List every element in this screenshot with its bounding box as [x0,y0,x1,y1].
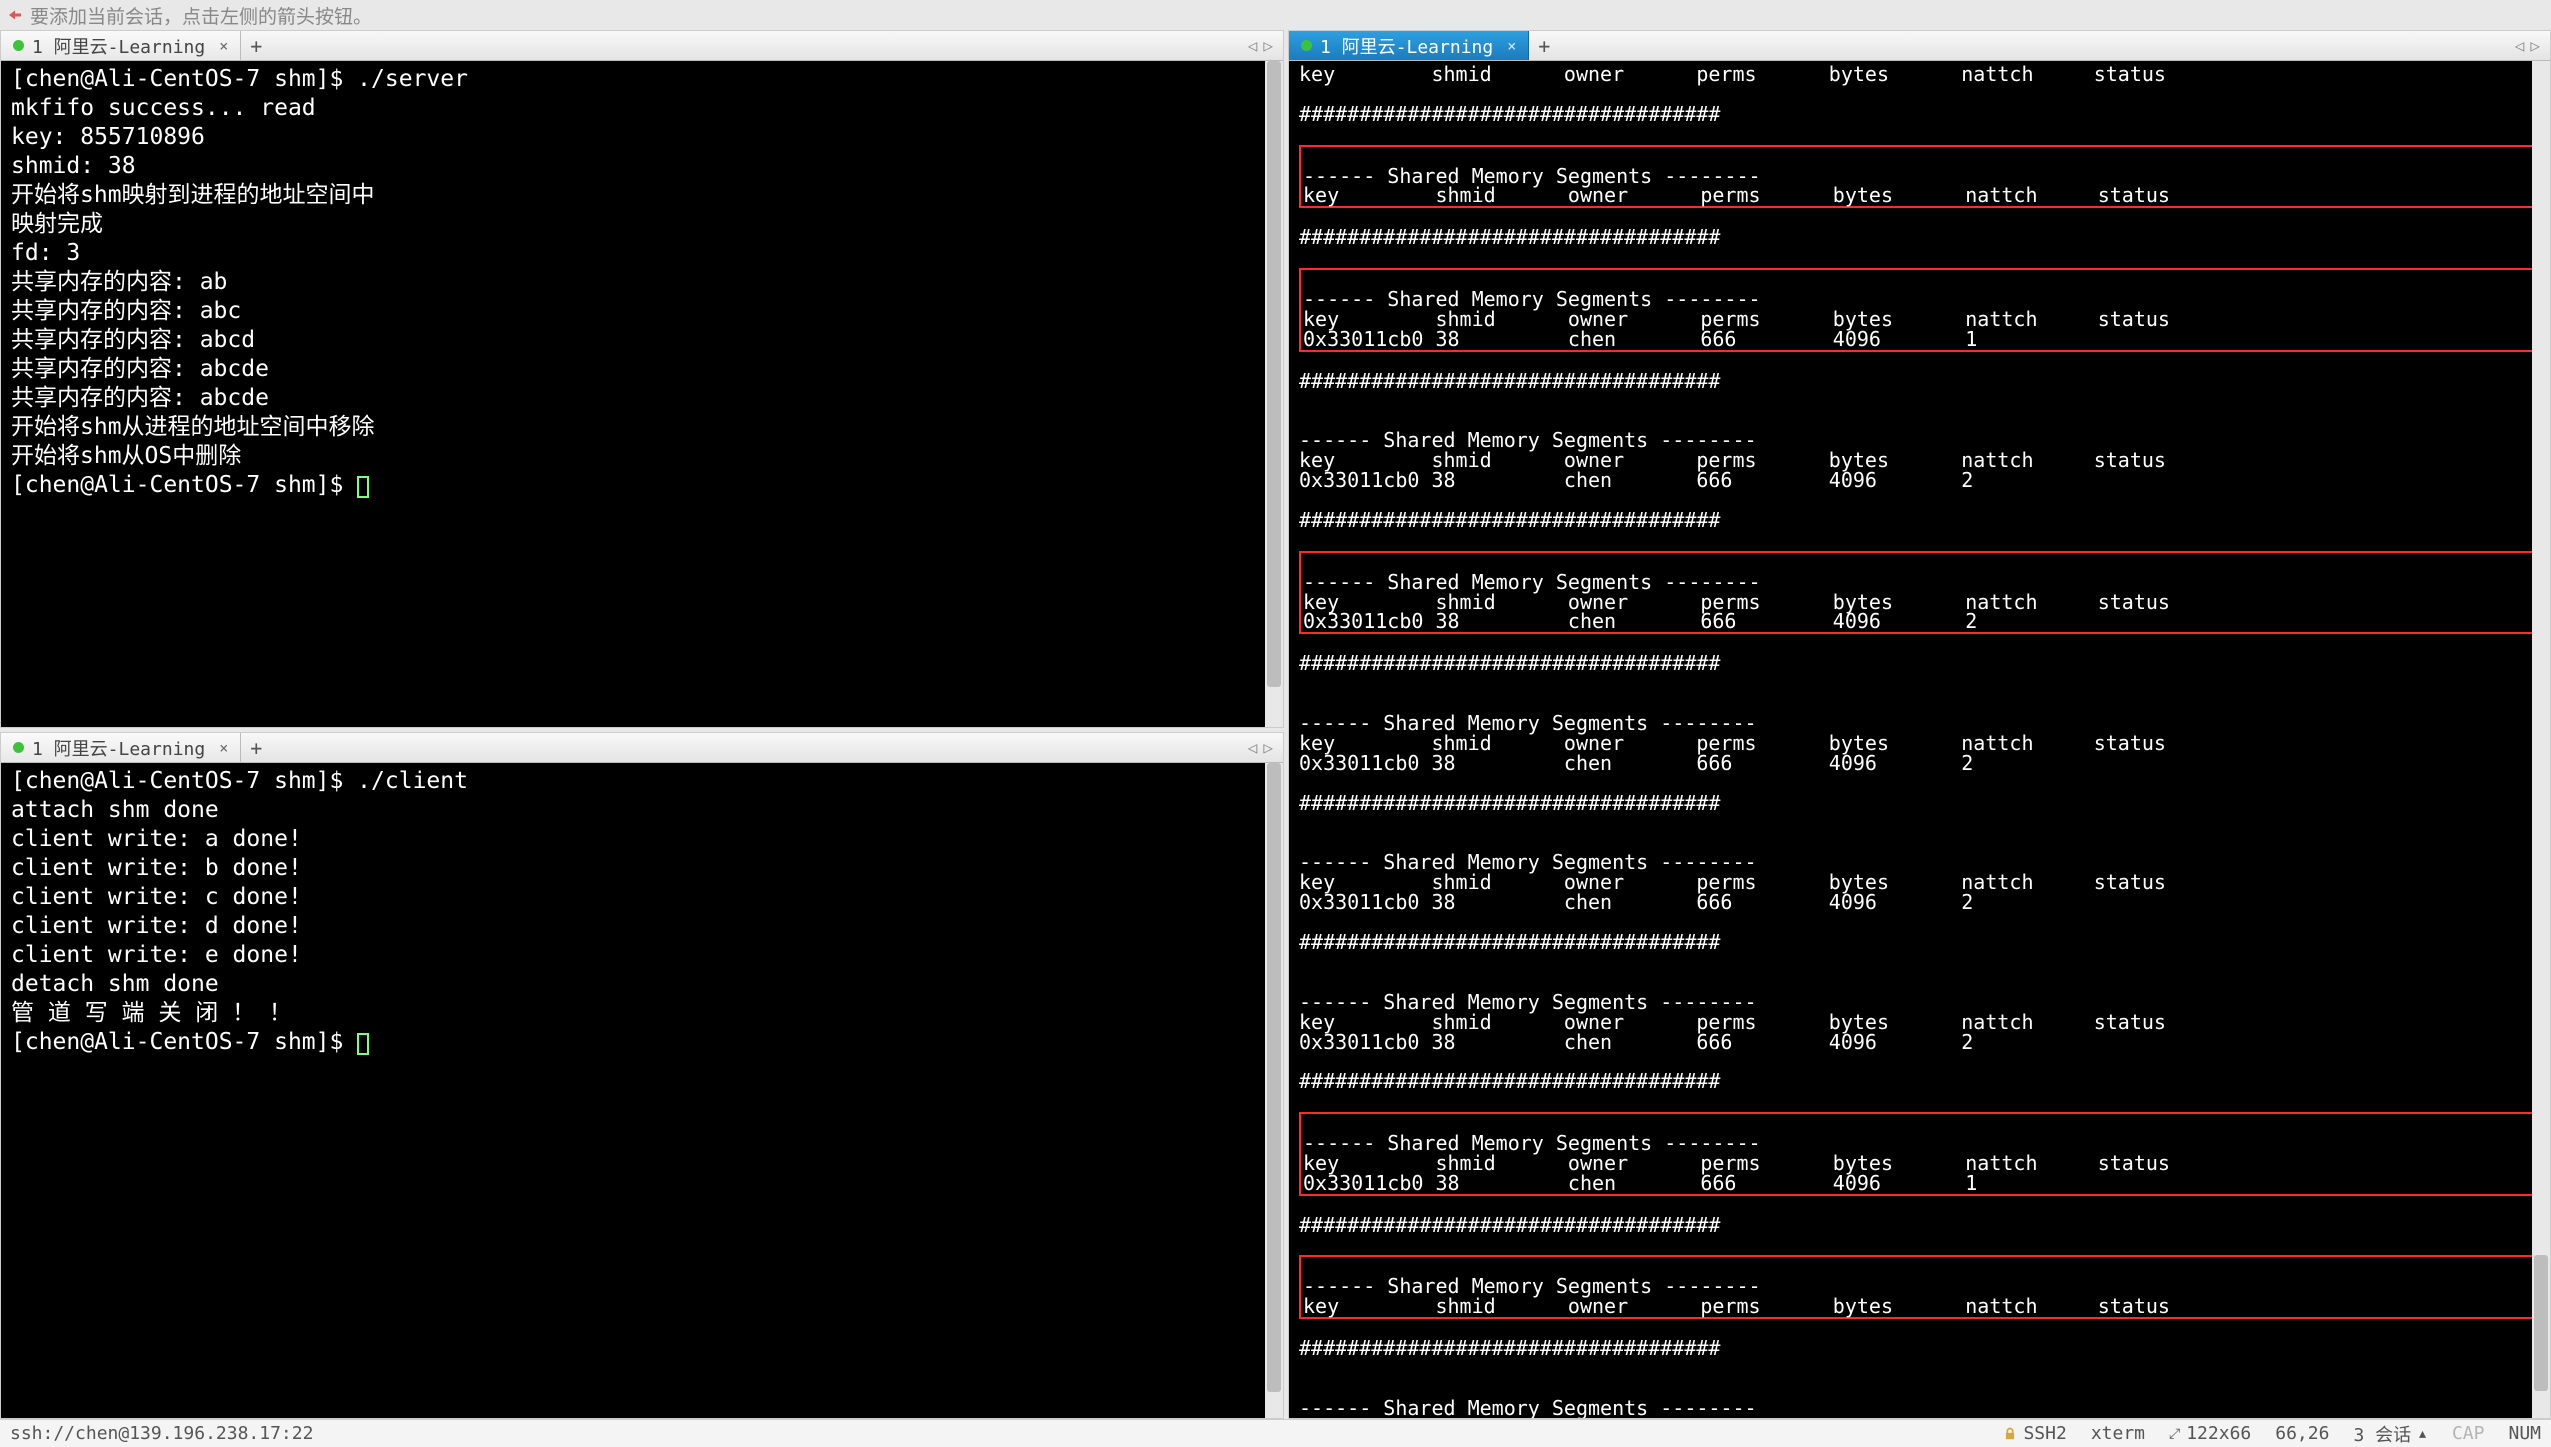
nav-right-icon[interactable]: ▷ [2530,36,2540,55]
chevron-up-icon: ▴ [2417,1423,2428,1444]
status-connection: ssh://chen@139.196.238.17:22 [10,1423,313,1444]
status-term: xterm [2091,1423,2145,1444]
left-column: 1 阿里云-Learning × + ◁ ▷ [chen@Ali-CentOS-… [0,30,1284,1419]
scrollbar[interactable] [1265,763,1283,1418]
ipcs-pane: 1 阿里云-Learning × + ◁ ▷ key shmid owner p… [1288,30,2551,1419]
status-num: NUM [2508,1423,2541,1444]
close-icon[interactable]: × [1507,37,1516,55]
ipcs-row: 0x33011cb0 38 chen 666 4096 2 [1299,471,2540,491]
ipcs-row: 0x33011cb0 38 chen 666 4096 1 [1303,330,2536,350]
add-tab-button[interactable]: + [1529,31,1559,60]
highlighted-block: ------ Shared Memory Segments --------ke… [1299,551,2540,635]
nav-right-icon[interactable]: ▷ [1263,738,1273,757]
tab-label: 1 阿里云-Learning [1320,33,1493,59]
hash-line: ################################### [1299,372,2540,392]
tab-ipcs[interactable]: 1 阿里云-Learning × [1289,31,1529,60]
status-size: ⤢ 122x66 [2169,1423,2251,1444]
server-terminal[interactable]: [chen@Ali-CentOS-7 shm]$ ./server mkfifo… [1,61,1283,727]
ipcs-cols: key shmid owner perms bytes nattch statu… [1303,1297,2536,1317]
arrow-hint-icon [6,6,24,24]
scrollbar-thumb[interactable] [1267,763,1281,1392]
scrollbar[interactable] [2532,61,2550,1418]
status-cap: CAP [2452,1423,2485,1444]
highlighted-block: ------ Shared Memory Segments --------ke… [1299,1112,2540,1196]
client-terminal[interactable]: [chen@Ali-CentOS-7 shm]$ ./client attach… [1,763,1283,1418]
tab-label: 1 阿里云-Learning [32,33,205,59]
cursor-icon [357,1033,369,1055]
nav-arrows: ◁ ▷ [2515,31,2550,60]
tab-client[interactable]: 1 阿里云-Learning × [1,733,241,762]
ipcs-tab-bar: 1 阿里云-Learning × + ◁ ▷ [1289,31,2550,61]
ipcs-cols: key shmid owner perms bytes nattch statu… [1303,186,2536,206]
ipcs-row: 0x33011cb0 38 chen 666 4096 2 [1299,754,2540,774]
hash-line: ################################### [1299,228,2540,248]
hint-bar: 要添加当前会话，点击左侧的箭头按钮。 [0,0,2551,30]
close-icon[interactable]: × [219,37,228,55]
server-pane: 1 阿里云-Learning × + ◁ ▷ [chen@Ali-CentOS-… [0,30,1284,728]
status-cursor: 66,26 [2275,1423,2329,1444]
client-output: [chen@Ali-CentOS-7 shm]$ ./client attach… [11,768,468,1055]
close-icon[interactable]: × [219,739,228,757]
scrollbar-thumb[interactable] [2534,1255,2548,1391]
nav-arrows: ◁ ▷ [1248,733,1283,762]
ipcs-cols: key shmid owner perms bytes nattch statu… [1299,65,2540,85]
ipcs-row: 0x33011cb0 38 chen 666 4096 1 [1303,1174,2536,1194]
highlighted-block: ------ Shared Memory Segments --------ke… [1299,1255,2540,1319]
highlighted-block: ------ Shared Memory Segments --------ke… [1299,145,2540,209]
add-tab-button[interactable]: + [241,733,271,762]
status-proto: SSH2 [2003,1423,2066,1444]
status-bar: ssh://chen@139.196.238.17:22 SSH2 xterm … [0,1419,2551,1447]
nav-right-icon[interactable]: ▷ [1263,36,1273,55]
hash-line: ################################### [1299,1339,2540,1359]
server-tab-bar: 1 阿里云-Learning × + ◁ ▷ [1,31,1283,61]
status-sessions[interactable]: 3 会话 ▴ [2353,1421,2428,1447]
ipcs-terminal[interactable]: key shmid owner perms bytes nattch statu… [1289,61,2550,1418]
ipcs-row: 0x33011cb0 38 chen 666 4096 2 [1299,1033,2540,1053]
highlighted-block: ------ Shared Memory Segments --------ke… [1299,268,2540,352]
scrollbar-thumb[interactable] [1267,61,1281,687]
main-splitter: 1 阿里云-Learning × + ◁ ▷ [chen@Ali-CentOS-… [0,30,2551,1419]
add-tab-button[interactable]: + [241,31,271,60]
ipcs-row: 0x33011cb0 38 chen 666 4096 2 [1299,893,2540,913]
hash-line: ################################### [1299,933,2540,953]
resize-icon: ⤢ [2169,1426,2180,1442]
nav-left-icon[interactable]: ◁ [1248,738,1258,757]
hash-line: ################################### [1299,794,2540,814]
tab-label: 1 阿里云-Learning [32,735,205,761]
scrollbar[interactable] [1265,61,1283,727]
cursor-icon [357,476,369,498]
hash-line: ################################### [1299,511,2540,531]
hint-text: 要添加当前会话，点击左侧的箭头按钮。 [30,2,372,29]
tab-server[interactable]: 1 阿里云-Learning × [1,31,241,60]
server-output: [chen@Ali-CentOS-7 shm]$ ./server mkfifo… [11,66,468,498]
hash-line: ################################### [1299,1216,2540,1236]
nav-arrows: ◁ ▷ [1248,31,1283,60]
status-dot-icon [13,40,24,51]
nav-left-icon[interactable]: ◁ [1248,36,1258,55]
ipcs-row: 0x33011cb0 38 chen 666 4096 2 [1303,612,2536,632]
right-column: 1 阿里云-Learning × + ◁ ▷ key shmid owner p… [1288,30,2551,1419]
hash-line: ################################### [1299,1072,2540,1092]
client-pane: 1 阿里云-Learning × + ◁ ▷ [chen@Ali-CentOS-… [0,732,1284,1419]
hash-line: ################################### [1299,105,2540,125]
status-dot-icon [1301,40,1312,51]
status-dot-icon [13,742,24,753]
hash-line: ################################### [1299,654,2540,674]
lock-icon [2003,1427,2017,1441]
nav-left-icon[interactable]: ◁ [2515,36,2525,55]
client-tab-bar: 1 阿里云-Learning × + ◁ ▷ [1,733,1283,763]
